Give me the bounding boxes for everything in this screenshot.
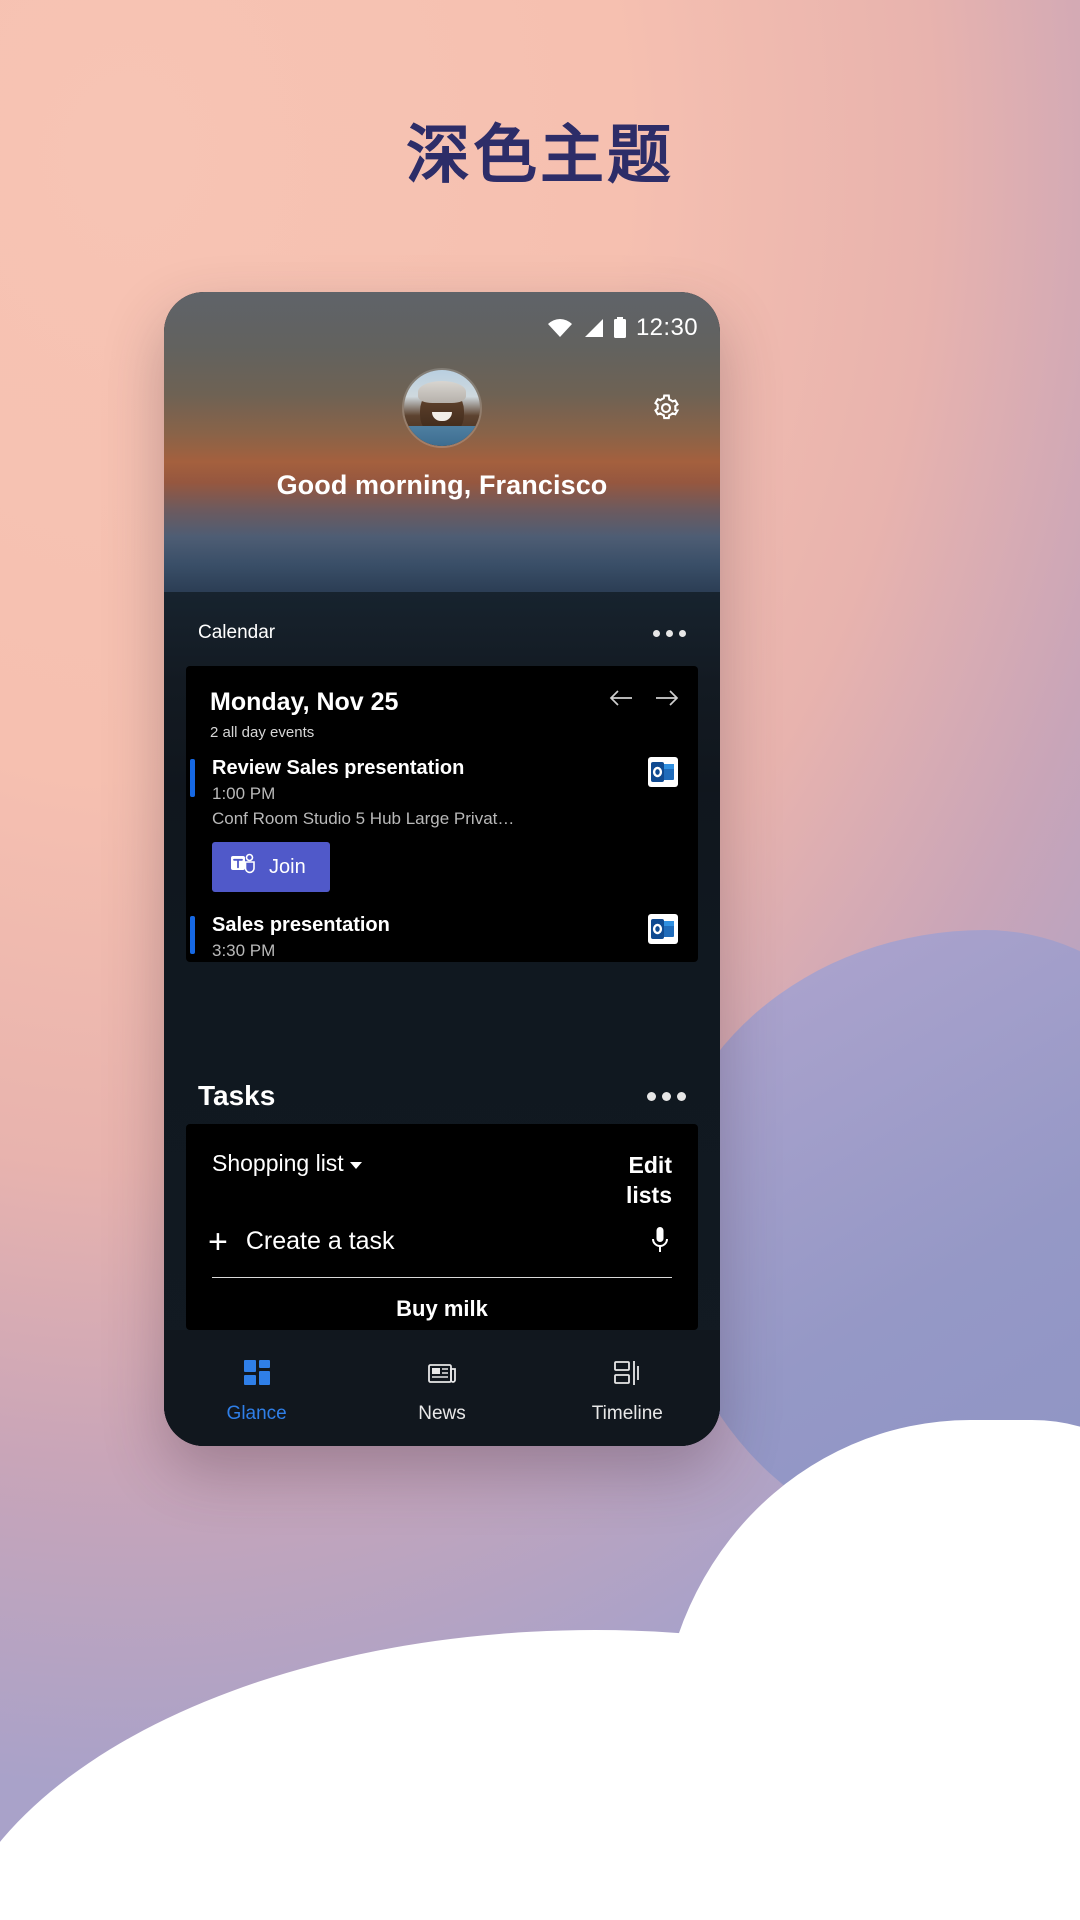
news-icon [427, 1358, 457, 1393]
event-location: Conf Room Studio 5 Hub Large Privat… [212, 809, 515, 828]
edit-lists-label-line1: Edit [628, 1152, 672, 1178]
nav-item-timeline[interactable]: Timeline [536, 1358, 719, 1425]
event-title: Sales presentation [212, 914, 390, 936]
create-task-label: Create a task [245, 1227, 395, 1256]
nav-label-timeline: Timeline [591, 1402, 663, 1424]
task-input-underline [212, 1276, 672, 1278]
nav-item-news[interactable]: News [350, 1358, 533, 1425]
user-avatar[interactable] [404, 370, 480, 446]
battery-icon [613, 317, 627, 339]
list-item[interactable]: Buy milk [186, 1296, 698, 1322]
nav-label-news: News [418, 1402, 466, 1424]
status-bar: 12:30 [547, 314, 698, 342]
microphone-icon[interactable] [648, 1225, 672, 1262]
chevron-down-icon [349, 1162, 362, 1169]
avatar-hair [418, 380, 466, 403]
calendar-card-header: Monday, Nov 25 2 all day events [186, 666, 698, 741]
nav-item-glance[interactable]: Glance [165, 1358, 348, 1425]
launcher-screen: 12:30 Good morning, Francisco Calendar M… [164, 292, 720, 1446]
arrow-right-icon[interactable] [654, 688, 680, 713]
glance-icon [242, 1358, 272, 1393]
tasks-section-header: Tasks [164, 1080, 720, 1112]
edit-lists-button[interactable]: Edit lists [592, 1150, 672, 1211]
plus-icon: + [208, 1222, 228, 1261]
more-options-icon[interactable] [647, 1091, 686, 1101]
event-color-bar [190, 759, 195, 797]
status-bar-clock: 12:30 [635, 314, 698, 341]
calendar-section-header: Calendar [164, 622, 720, 644]
event-color-bar [190, 916, 195, 954]
calendar-event[interactable]: Review Sales presentation 1:00 PM Conf R… [186, 757, 698, 892]
wifi-icon [547, 318, 573, 338]
create-task-row[interactable]: + Create a task [186, 1211, 698, 1259]
calendar-date: Monday, Nov 25 [210, 688, 399, 716]
more-options-icon[interactable] [653, 629, 686, 637]
event-title: Review Sales presentation [212, 757, 465, 779]
page-title: 深色主题 [406, 119, 674, 193]
tasks-card-header: Shopping list Edit lists [186, 1124, 698, 1211]
tasks-card[interactable]: Shopping list Edit lists + Create a task [186, 1124, 698, 1330]
bottom-navigation: Glance News Timeline [164, 1330, 720, 1446]
gear-icon [651, 393, 681, 428]
tasks-section-label: Tasks [198, 1080, 276, 1111]
avatar-shirt [404, 426, 480, 446]
task-list-selector[interactable]: Shopping list [212, 1150, 362, 1177]
calendar-nav [608, 688, 680, 713]
teams-icon [230, 853, 256, 881]
nav-label-glance: Glance [226, 1402, 287, 1424]
cellular-signal-icon [582, 318, 604, 338]
join-button[interactable]: Join [212, 842, 330, 892]
outlook-icon[interactable] [648, 757, 678, 787]
calendar-card[interactable]: Monday, Nov 25 2 all day events Review S… [186, 666, 698, 962]
settings-button[interactable] [646, 390, 686, 430]
event-time: 3:30 PM [212, 941, 276, 960]
edit-lists-label-line2: lists [625, 1182, 672, 1209]
join-button-label: Join [269, 855, 306, 878]
calendar-event[interactable]: Sales presentation 3:30 PM Conf Room Stu… [186, 914, 698, 962]
calendar-section-label: Calendar [198, 622, 276, 643]
outlook-icon[interactable] [648, 914, 678, 944]
event-time: 1:00 PM [212, 784, 276, 803]
calendar-subtitle: 2 all day events [210, 724, 315, 741]
greeting-text: Good morning, Francisco [276, 470, 608, 500]
phone-mockup: 12:30 Good morning, Francisco Calendar M… [164, 292, 720, 1446]
task-list-name: Shopping list [212, 1150, 344, 1176]
arrow-left-icon[interactable] [608, 688, 634, 713]
timeline-icon [612, 1358, 642, 1393]
